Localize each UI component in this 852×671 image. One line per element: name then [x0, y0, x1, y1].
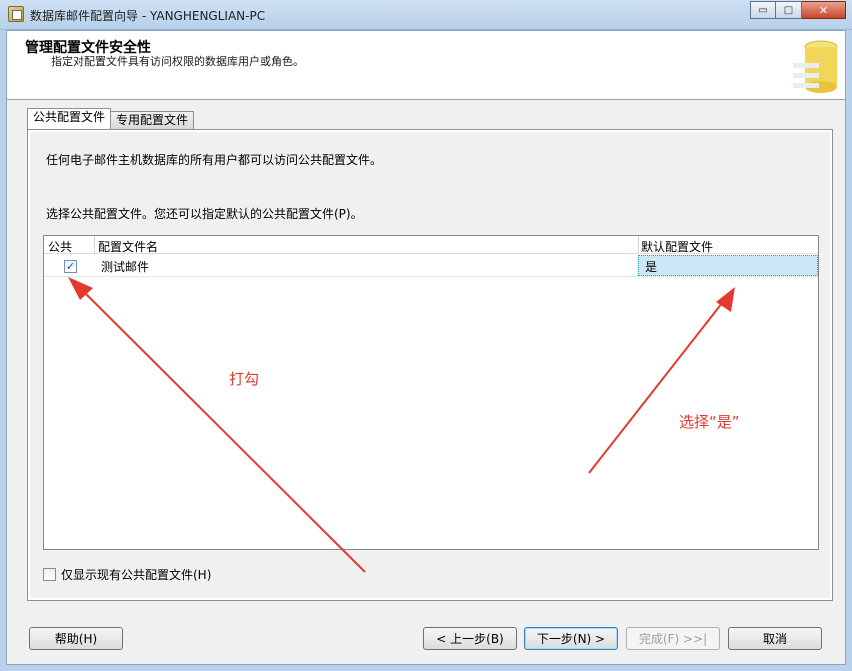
back-button[interactable]: < 上一步(B): [423, 627, 517, 650]
maximize-button[interactable]: □: [776, 1, 802, 19]
wizard-client-area: 管理配置文件安全性 指定对配置文件具有访问权限的数据库用户或角色。 公共配置文件…: [6, 30, 846, 665]
column-header-profile-name[interactable]: 配置文件名: [98, 238, 158, 255]
finish-button[interactable]: 完成(F) >>|: [626, 627, 720, 650]
tab-private-profiles[interactable]: 专用配置文件: [110, 111, 195, 129]
tab-panel-body: 任何电子邮件主机数据库的所有用户都可以访问公共配置文件。 选择公共配置文件。您还…: [30, 132, 830, 598]
next-button[interactable]: 下一步(N) >: [524, 627, 618, 650]
minimize-button[interactable]: ▭: [750, 1, 776, 19]
wizard-header: 管理配置文件安全性 指定对配置文件具有访问权限的数据库用户或角色。: [7, 31, 845, 100]
table-row[interactable]: ✓ 测试邮件 是: [44, 255, 818, 277]
tab-panel: 任何电子邮件主机数据库的所有用户都可以访问公共配置文件。 选择公共配置文件。您还…: [27, 129, 833, 601]
column-header-default-profile[interactable]: 默认配置文件: [641, 238, 713, 255]
tab-strip: 公共配置文件 专用配置文件: [27, 108, 195, 129]
public-checkbox[interactable]: ✓: [64, 260, 77, 273]
show-existing-checkbox[interactable]: [43, 568, 56, 581]
default-profile-value: 是: [645, 260, 658, 274]
default-profile-cell[interactable]: 是: [638, 255, 818, 276]
tab-public-profiles[interactable]: 公共配置文件: [27, 108, 112, 129]
panel-description: 任何电子邮件主机数据库的所有用户都可以访问公共配置文件。: [46, 153, 383, 167]
database-icon: [789, 35, 843, 97]
column-separator[interactable]: [94, 236, 95, 254]
column-header-public[interactable]: 公共: [48, 238, 72, 255]
column-separator[interactable]: [638, 236, 639, 254]
window-controls: ▭ □ ✕: [750, 1, 846, 19]
help-button[interactable]: 帮助(H): [29, 627, 123, 650]
show-existing-option[interactable]: 仅显示现有公共配置文件(H): [43, 566, 211, 583]
profile-name-cell: 测试邮件: [101, 260, 150, 274]
panel-instruction: 选择公共配置文件。您还可以指定默认的公共配置文件(P)。: [46, 207, 363, 221]
window-title: 数据库邮件配置向导 - YANGHENGLIAN-PC: [30, 9, 266, 23]
cancel-button[interactable]: 取消: [728, 627, 822, 650]
grid-header: 公共 配置文件名 默认配置文件: [44, 236, 818, 254]
close-button[interactable]: ✕: [802, 1, 846, 19]
profiles-grid[interactable]: 公共 配置文件名 默认配置文件 ✓ 测试邮件 是: [43, 235, 819, 550]
annotation-check-note: 打勾: [229, 370, 260, 388]
show-existing-label[interactable]: 仅显示现有公共配置文件(H): [61, 566, 211, 583]
app-icon: [8, 6, 24, 22]
title-bar: 数据库邮件配置向导 - YANGHENGLIAN-PC ▭ □ ✕: [0, 0, 852, 30]
page-subtitle: 指定对配置文件具有访问权限的数据库用户或角色。: [51, 55, 304, 68]
annotation-select-note: 选择“是”: [679, 413, 740, 431]
